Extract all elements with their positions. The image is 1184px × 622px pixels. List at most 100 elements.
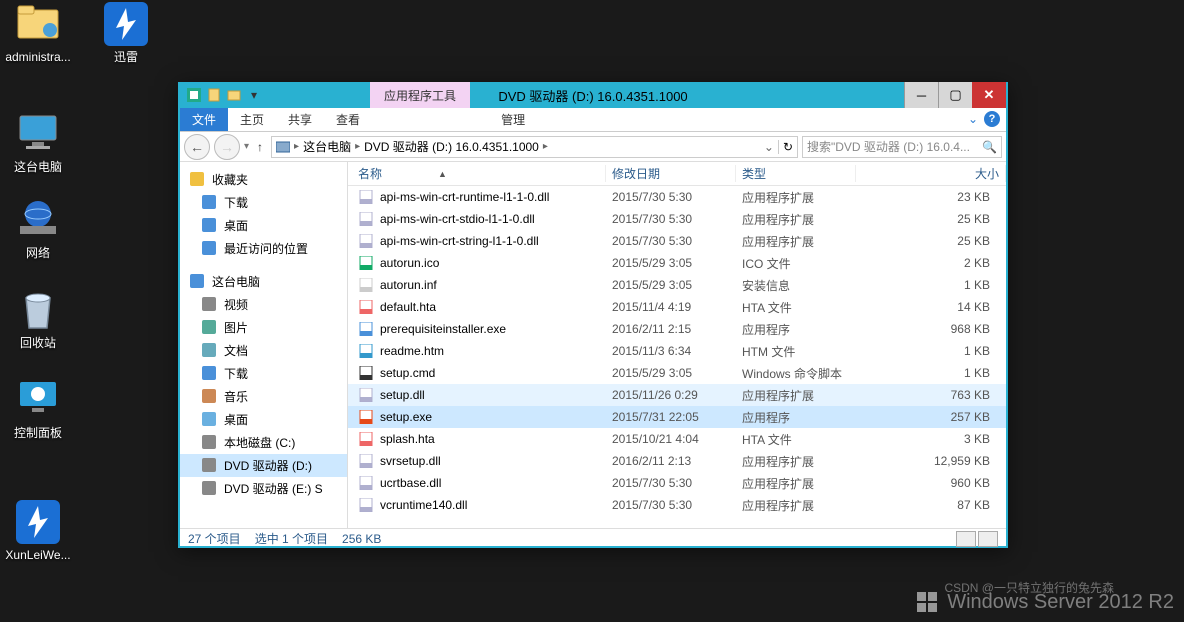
nav-up-button[interactable]: ↑ [253,140,267,154]
desktop-icon[interactable]: XunLeiWe... [0,500,76,562]
file-type: 应用程序扩展 [736,475,856,492]
file-date: 2015/5/29 3:05 [606,366,736,380]
qat-properties-icon[interactable] [206,87,222,103]
nav-item[interactable]: DVD 驱动器 (D:) [180,454,347,477]
breadcrumb-sep[interactable]: ▸ [294,141,299,152]
file-size: 257 KB [856,410,1006,424]
refresh-icon[interactable]: ↻ [778,140,793,154]
file-size: 25 KB [856,212,1006,226]
view-details-button[interactable] [956,531,976,547]
nav-item[interactable]: 本地磁盘 (C:) [180,431,347,454]
file-name: prerequisiteinstaller.exe [380,322,506,336]
nav-item[interactable]: 桌面 [180,214,347,237]
nav-item[interactable]: 下载 [180,191,347,214]
nav-item[interactable]: 视频 [180,293,347,316]
tab-share[interactable]: 共享 [276,108,324,131]
nav-item[interactable]: 收藏夹 [180,168,347,191]
file-row[interactable]: api-ms-win-crt-runtime-l1-1-0.dll2015/7/… [348,186,1006,208]
column-headers: 名称▲ 修改日期 类型 大小 [348,162,1006,186]
file-row[interactable]: autorun.inf2015/5/29 3:05安装信息1 KB [348,274,1006,296]
search-icon[interactable]: 🔍 [982,140,997,154]
file-size: 1 KB [856,366,1006,380]
maximize-button[interactable]: ▢ [938,82,972,108]
status-count: 27 个项目 [188,530,241,547]
address-bar[interactable]: ▸ 这台电脑 ▸ DVD 驱动器 (D:) 16.0.4351.1000 ▸ ⌄… [271,136,798,158]
file-row[interactable]: api-ms-win-crt-string-l1-1-0.dll2015/7/3… [348,230,1006,252]
desktop-icon[interactable]: 迅雷 [88,2,164,64]
tab-view[interactable]: 查看 [324,108,372,131]
file-row[interactable]: ucrtbase.dll2015/7/30 5:30应用程序扩展960 KB [348,472,1006,494]
view-large-button[interactable] [978,531,998,547]
file-row[interactable]: default.hta2015/11/4 4:19HTA 文件14 KB [348,296,1006,318]
file-icon [358,233,374,249]
desktop-icon-label: 网络 [0,246,76,260]
file-row[interactable]: readme.htm2015/11/3 6:34HTM 文件1 KB [348,340,1006,362]
desktop-icon[interactable]: administra... [0,2,76,64]
tab-manage[interactable]: 管理 [489,108,537,131]
breadcrumb-sep[interactable]: ▸ [355,141,360,152]
desktop-icon[interactable]: 网络 [0,198,76,260]
window-icon[interactable] [186,87,202,103]
file-date: 2016/2/11 2:13 [606,454,736,468]
titlebar[interactable]: ▾ 应用程序工具 DVD 驱动器 (D:) 16.0.4351.1000 ─ ▢… [180,82,1006,108]
file-type: 应用程序扩展 [736,453,856,470]
file-type: 应用程序 [736,321,856,338]
close-button[interactable]: ✕ [972,82,1006,108]
nav-item[interactable]: 下载 [180,362,347,385]
nav-item[interactable]: 图片 [180,316,347,339]
nav-item[interactable]: 音乐 [180,385,347,408]
tab-file[interactable]: 文件 [180,108,228,131]
nav-forward-button[interactable]: → [214,134,240,160]
nav-item[interactable]: 文档 [180,339,347,362]
desktop-icon[interactable]: 回收站 [0,288,76,350]
tab-home[interactable]: 主页 [228,108,276,131]
file-type: HTA 文件 [736,431,856,448]
desktop-icon[interactable]: 控制面板 [0,378,76,440]
file-row[interactable]: setup.exe2015/7/31 22:05应用程序257 KB [348,406,1006,428]
qat-dropdown-icon[interactable]: ▾ [246,87,262,103]
breadcrumb-sep[interactable]: ▸ [543,141,548,152]
nav-item[interactable]: 桌面 [180,408,347,431]
file-row[interactable]: vcruntime140.dll2015/7/30 5:30应用程序扩展87 K… [348,494,1006,516]
desktop-icon-label: 回收站 [0,336,76,350]
file-row[interactable]: prerequisiteinstaller.exe2016/2/11 2:15应… [348,318,1006,340]
nav-item[interactable]: DVD 驱动器 (E:) S [180,477,347,500]
minimize-button[interactable]: ─ [904,82,938,108]
file-type: 应用程序扩展 [736,189,856,206]
file-icon [358,431,374,447]
doc-icon [202,343,218,359]
file-size: 12,959 KB [856,454,1006,468]
qat-newfolder-icon[interactable] [226,87,242,103]
file-row[interactable]: autorun.ico2015/5/29 3:05ICO 文件2 KB [348,252,1006,274]
search-input[interactable]: 搜索"DVD 驱动器 (D:) 16.0.4... 🔍 [802,136,1002,158]
nav-pane[interactable]: 收藏夹下载桌面最近访问的位置这台电脑视频图片文档下载音乐桌面本地磁盘 (C:)D… [180,162,348,528]
file-row[interactable]: splash.hta2015/10/21 4:04HTA 文件3 KB [348,428,1006,450]
file-row[interactable]: api-ms-win-crt-stdio-l1-1-0.dll2015/7/30… [348,208,1006,230]
ribbon-chevron-icon[interactable]: ⌄ [968,112,978,126]
file-name: autorun.ico [380,256,439,270]
ribbon-context-tab[interactable]: 应用程序工具 [370,82,470,108]
explorer-window: ▾ 应用程序工具 DVD 驱动器 (D:) 16.0.4351.1000 ─ ▢… [178,82,1008,548]
nav-item[interactable]: 这台电脑 [180,270,347,293]
file-row[interactable]: svrsetup.dll2016/2/11 2:13应用程序扩展12,959 K… [348,450,1006,472]
nav-back-button[interactable]: ← [184,134,210,160]
file-row[interactable]: setup.cmd2015/5/29 3:05Windows 命令脚本1 KB [348,362,1006,384]
help-icon[interactable]: ? [984,111,1000,127]
column-date[interactable]: 修改日期 [606,165,736,182]
folder-icon [14,2,62,46]
file-size: 1 KB [856,278,1006,292]
column-type[interactable]: 类型 [736,165,856,182]
recent-locations-icon[interactable]: ▾ [244,141,249,152]
column-size[interactable]: 大小 [856,165,1006,182]
desktop-icon[interactable]: 这台电脑 [0,112,76,174]
file-type: HTA 文件 [736,299,856,316]
dl-icon [202,241,218,257]
sort-indicator-icon: ▲ [438,169,447,179]
address-dropdown-icon[interactable]: ⌄ [764,140,774,154]
breadcrumb-this-pc[interactable]: 这台电脑 [303,138,351,155]
file-row[interactable]: setup.dll2015/11/26 0:29应用程序扩展763 KB [348,384,1006,406]
nav-item[interactable]: 最近访问的位置 [180,237,347,260]
column-name[interactable]: 名称▲ [352,165,606,182]
breadcrumb-drive[interactable]: DVD 驱动器 (D:) 16.0.4351.1000 [364,138,539,155]
file-icon [358,189,374,205]
